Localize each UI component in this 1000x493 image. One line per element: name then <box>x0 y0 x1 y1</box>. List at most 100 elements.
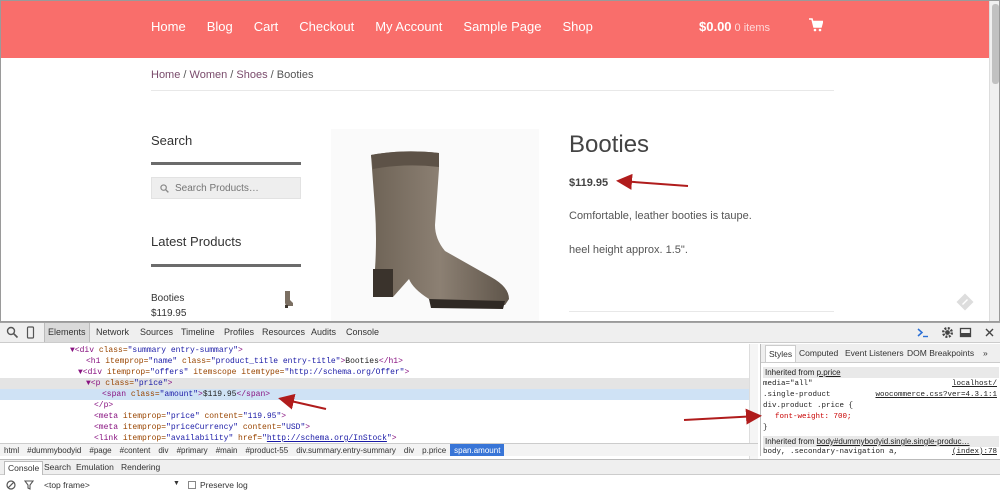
drawer-tabs: Console Search Emulation Rendering <box>0 459 1000 475</box>
breadcrumb-women[interactable]: Women <box>190 69 228 81</box>
dom-attr: content= <box>238 423 282 432</box>
crumb-p-price[interactable]: p.price <box>418 444 450 456</box>
divider <box>569 311 834 312</box>
crumb-content[interactable]: #content <box>116 444 155 456</box>
breadcrumb-sep: / <box>180 69 190 81</box>
tab-profiles[interactable]: Profiles <box>224 323 254 342</box>
dom-node-span-amount[interactable]: <span class="amount">$119.95</span> <box>0 389 750 400</box>
cart-total: $0.00 <box>699 19 732 34</box>
dom-link-url[interactable]: http://schema.org/InStock <box>267 434 387 443</box>
search-input[interactable] <box>175 182 300 194</box>
tab-audits[interactable]: Audits <box>311 323 336 342</box>
crumb-main[interactable]: #main <box>212 444 242 456</box>
nav-blog[interactable]: Blog <box>207 19 233 34</box>
dom-attr-value: "http://schema.org/Offer" <box>284 368 405 377</box>
latest-product-thumbnail[interactable] <box>278 289 298 309</box>
nav-sample-page[interactable]: Sample Page <box>463 19 541 34</box>
dom-node-p-close[interactable]: </p> <box>0 400 750 411</box>
crumb-summary[interactable]: div.summary.entry-summary <box>292 444 400 456</box>
dock-side-icon[interactable] <box>959 326 972 339</box>
style-property-row[interactable]: font-weight: 700; <box>763 412 999 423</box>
product-price: $119.95 <box>569 177 609 189</box>
dom-attr-value: "product_title entry-title" <box>210 357 341 366</box>
widget-divider <box>151 162 301 165</box>
dom-node-summary-div[interactable]: ▼<div class="summary entry-summary"> <box>0 345 750 356</box>
nav-checkout[interactable]: Checkout <box>299 19 354 34</box>
dom-attr: class= <box>177 357 211 366</box>
crumb-div[interactable]: div <box>154 444 172 456</box>
tab-computed[interactable]: Computed <box>799 348 838 358</box>
more-tabs-chevron[interactable]: » <box>983 348 988 358</box>
dom-tag: </h1> <box>378 357 403 366</box>
tab-styles[interactable]: Styles <box>765 345 797 362</box>
inherited-link[interactable]: p.price <box>817 368 841 377</box>
breadcrumb-home[interactable]: Home <box>151 69 180 81</box>
inspect-search-icon[interactable] <box>6 326 19 339</box>
page-scrollbar-thumb[interactable] <box>992 4 999 84</box>
css-selector: .single-product <box>763 391 831 399</box>
dom-node-h1[interactable]: <h1 itemprop="name" class="product_title… <box>0 356 750 367</box>
preserve-log-checkbox[interactable] <box>188 481 196 489</box>
latest-product-item[interactable]: Booties $119.95 <box>151 291 186 321</box>
crumb-div[interactable]: div <box>400 444 418 456</box>
edit-link-icon[interactable] <box>956 293 974 311</box>
dom-node-meta-price[interactable]: <meta itemprop="price" content="119.95"> <box>0 411 750 422</box>
device-mode-icon[interactable] <box>24 326 37 339</box>
dom-attr: href= <box>233 434 263 443</box>
drawer-tab-rendering[interactable]: Rendering <box>121 462 160 472</box>
breadcrumb-sep: / <box>267 69 277 81</box>
product-search-field[interactable] <box>151 177 301 199</box>
settings-gear-icon[interactable] <box>941 326 954 339</box>
dom-attr: itemscope itemtype= <box>188 368 285 377</box>
product-image-boot[interactable] <box>331 129 539 322</box>
tab-event-listeners[interactable]: Event Listeners <box>845 348 904 358</box>
clear-console-icon[interactable] <box>6 480 16 490</box>
tab-timeline[interactable]: Timeline <box>181 323 215 342</box>
header-cart-link[interactable]: $0.00 0 items <box>699 19 770 34</box>
drawer-tab-console[interactable]: Console <box>4 461 44 475</box>
tab-network[interactable]: Network <box>96 323 129 342</box>
console-drawer-icon[interactable] <box>916 326 929 339</box>
tab-dom-breakpoints[interactable]: DOM Breakpoints <box>907 348 974 358</box>
nav-cart[interactable]: Cart <box>254 19 279 34</box>
cart-icon[interactable] <box>809 18 823 32</box>
tab-console[interactable]: Console <box>346 323 379 342</box>
nav-shop[interactable]: Shop <box>562 19 592 34</box>
filter-icon[interactable] <box>24 480 34 490</box>
close-devtools-icon[interactable] <box>983 326 996 339</box>
css-property-font-weight[interactable]: font-weight: 700; <box>775 413 852 421</box>
chevron-down-icon[interactable]: ▼ <box>173 480 180 487</box>
crumb-body[interactable]: #dummybodyid <box>23 444 85 456</box>
frame-selector[interactable]: <top frame> <box>44 480 90 490</box>
style-source-link[interactable]: localhost/ <box>952 379 997 390</box>
tab-resources[interactable]: Resources <box>262 323 305 342</box>
crumb-page[interactable]: #page <box>85 444 115 456</box>
drawer-tab-search[interactable]: Search <box>44 462 71 472</box>
nav-my-account[interactable]: My Account <box>375 19 442 34</box>
dom-tag: ▼<div <box>70 346 99 355</box>
dom-node-meta-currency[interactable]: <meta itemprop="priceCurrency" content="… <box>0 422 750 433</box>
crumb-primary[interactable]: #primary <box>173 444 212 456</box>
inherited-link[interactable]: body#dummybodyid.single.single-produc… <box>817 437 970 446</box>
dom-node-offers-div[interactable]: ▼<div itemprop="offers" itemscope itemty… <box>0 367 750 378</box>
tab-elements[interactable]: Elements <box>44 323 90 342</box>
breadcrumb-shoes[interactable]: Shoes <box>236 69 267 81</box>
dom-attr-value: "summary entry-summary" <box>127 346 239 355</box>
dom-tag: <h1 <box>86 357 106 366</box>
style-selector-row: .single-product woocommerce.css?ver=4.3.1… <box>763 390 999 401</box>
dom-tag: > <box>305 423 311 432</box>
styles-sidebar: Styles Computed Event Listeners DOM Brea… <box>760 344 1000 456</box>
style-source-link[interactable]: (index):78 <box>952 447 997 456</box>
crumb-product[interactable]: #product-55 <box>241 444 292 456</box>
crumb-span-amount[interactable]: span.amount <box>450 444 505 456</box>
crumb-html[interactable]: html <box>0 444 23 456</box>
drawer-tab-emulation[interactable]: Emulation <box>76 462 114 472</box>
dom-tag: > <box>404 368 410 377</box>
inherited-label: Inherited from <box>765 437 817 446</box>
style-source-link[interactable]: woocommerce.css?ver=4.3.1:1 <box>875 390 997 401</box>
latest-product-name[interactable]: Booties <box>151 291 186 306</box>
tab-sources[interactable]: Sources <box>140 323 173 342</box>
dom-node-p-price[interactable]: ▼<p class="price"> <box>0 378 750 389</box>
page-scrollbar[interactable] <box>989 1 999 321</box>
nav-home[interactable]: Home <box>151 19 186 34</box>
